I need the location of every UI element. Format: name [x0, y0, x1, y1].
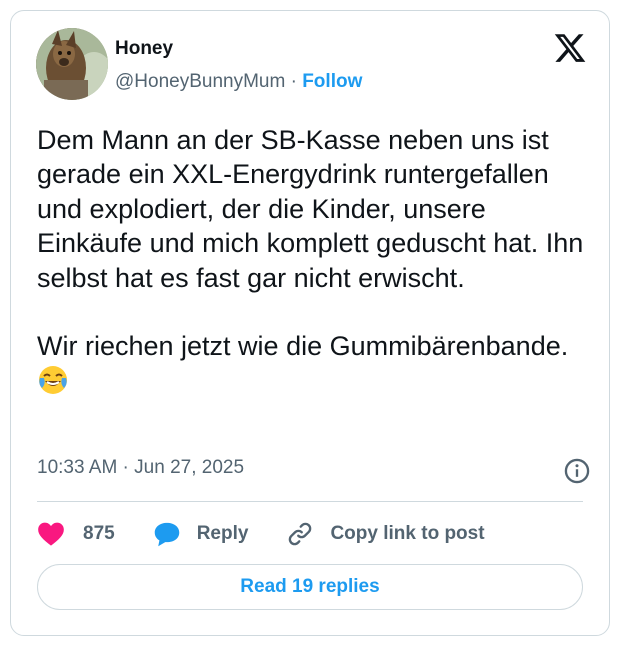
like-count: 875 — [83, 523, 115, 544]
handle-separator: · — [290, 71, 297, 92]
follow-button[interactable]: Follow — [302, 71, 362, 92]
x-logo-icon[interactable] — [553, 31, 587, 65]
tweet-card: Honey @HoneyBunnyMum · Follow Dem Mann a… — [10, 10, 610, 636]
reply-label: Reply — [196, 523, 249, 544]
read-replies-button[interactable]: Read 19 replies — [37, 564, 583, 610]
heart-icon — [38, 522, 64, 546]
action-bar: 875 Reply Copy link to post — [37, 517, 485, 551]
tweet-body: Dem Mann an der SB-Kasse neben uns ist g… — [37, 125, 584, 362]
tweet-timestamp[interactable]: 10:33 AM · Jun 27, 2025 — [37, 457, 244, 479]
copy-link-label: Copy link to post — [330, 523, 485, 544]
author-handle[interactable]: @HoneyBunnyMum — [115, 71, 285, 92]
info-icon[interactable] — [563, 457, 591, 485]
author-name[interactable]: Honey — [115, 38, 173, 60]
avatar[interactable] — [36, 28, 108, 100]
author-handle-row: @HoneyBunnyMum · Follow — [115, 71, 362, 93]
like-action[interactable]: 875 — [37, 521, 115, 547]
divider — [37, 501, 583, 502]
link-icon — [289, 522, 312, 546]
avatar-image — [36, 28, 108, 100]
face-with-tears-of-joy-icon — [37, 364, 69, 404]
tweet-text: Dem Mann an der SB-Kasse neben uns ist g… — [37, 123, 597, 404]
reply-action[interactable]: Reply — [153, 521, 249, 547]
reply-bubble-icon — [154, 522, 179, 547]
copy-link-action[interactable]: Copy link to post — [286, 520, 485, 548]
